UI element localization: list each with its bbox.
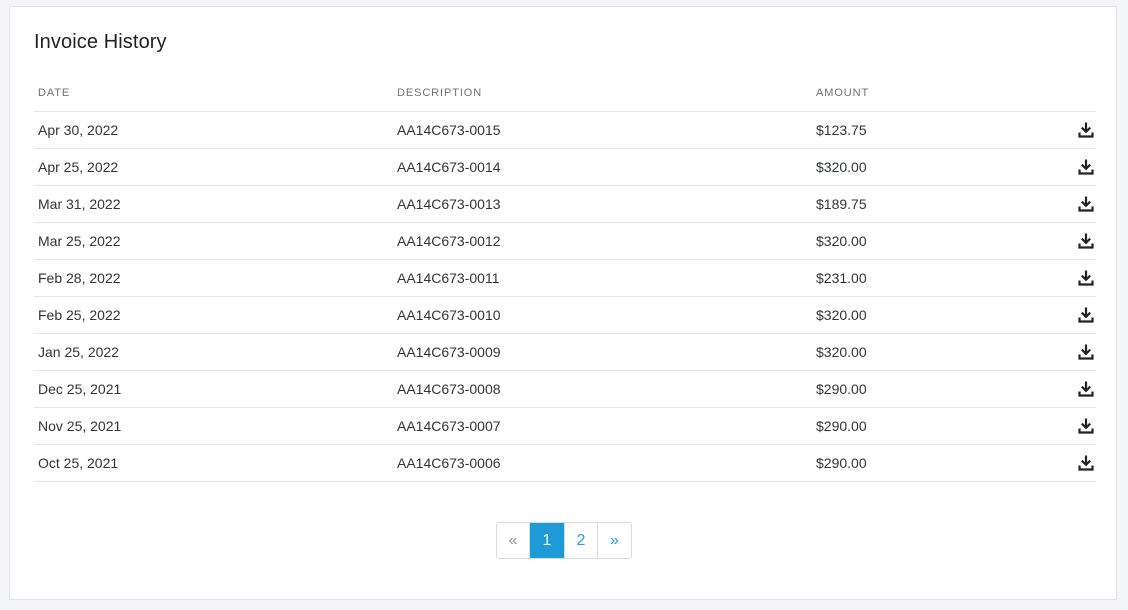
- invoice-date: Apr 25, 2022: [34, 148, 393, 186]
- invoice-description: AA14C673-0009: [393, 333, 812, 371]
- invoice-table: DATE DESCRIPTION AMOUNT Apr 30, 2022 AA1…: [34, 75, 1096, 482]
- card-title: Invoice History: [34, 31, 167, 53]
- invoice-date: Nov 25, 2021: [34, 407, 393, 445]
- invoice-amount: $231.00: [812, 259, 1012, 297]
- invoice-date: Apr 30, 2022: [34, 111, 393, 149]
- invoice-description: AA14C673-0013: [393, 185, 812, 223]
- pagination-page-1[interactable]: 1: [530, 523, 565, 558]
- invoice-amount: $290.00: [812, 444, 1012, 482]
- invoice-amount: $290.00: [812, 407, 1012, 445]
- table-row: Oct 25, 2021 AA14C673-0006 $290.00: [34, 444, 1096, 482]
- invoice-amount: $123.75: [812, 111, 1012, 149]
- table-row: Feb 25, 2022 AA14C673-0010 $320.00: [34, 296, 1096, 334]
- invoice-description: AA14C673-0007: [393, 407, 812, 445]
- column-header-date: DATE: [34, 75, 393, 112]
- invoice-amount: $290.00: [812, 370, 1012, 408]
- invoice-description: AA14C673-0006: [393, 444, 812, 482]
- invoice-description: AA14C673-0012: [393, 222, 812, 260]
- table-row: Apr 30, 2022 AA14C673-0015 $123.75: [34, 111, 1096, 149]
- invoice-amount: $189.75: [812, 185, 1012, 223]
- pagination: « 1 2 »: [496, 522, 632, 559]
- invoice-description: AA14C673-0014: [393, 148, 812, 186]
- download-cell: [1012, 370, 1096, 408]
- table-row: Mar 31, 2022 AA14C673-0013 $189.75: [34, 185, 1096, 223]
- invoice-table-body: Apr 30, 2022 AA14C673-0015 $123.75 Apr 2…: [34, 111, 1096, 482]
- download-icon[interactable]: [1076, 416, 1096, 436]
- download-icon[interactable]: [1076, 231, 1096, 251]
- invoice-description: AA14C673-0011: [393, 259, 812, 297]
- pagination-page-2[interactable]: 2: [565, 523, 598, 558]
- download-icon[interactable]: [1076, 157, 1096, 177]
- download-cell: [1012, 111, 1096, 149]
- download-cell: [1012, 185, 1096, 223]
- download-icon[interactable]: [1076, 379, 1096, 399]
- invoice-date: Mar 31, 2022: [34, 185, 393, 223]
- table-row: Dec 25, 2021 AA14C673-0008 $290.00: [34, 370, 1096, 408]
- invoice-amount: $320.00: [812, 333, 1012, 371]
- table-header-row: DATE DESCRIPTION AMOUNT: [34, 75, 1096, 112]
- download-cell: [1012, 148, 1096, 186]
- download-cell: [1012, 407, 1096, 445]
- table-row: Jan 25, 2022 AA14C673-0009 $320.00: [34, 333, 1096, 371]
- invoice-amount: $320.00: [812, 296, 1012, 334]
- column-header-actions: [1012, 75, 1096, 112]
- download-icon[interactable]: [1076, 120, 1096, 140]
- invoice-description: AA14C673-0008: [393, 370, 812, 408]
- invoice-date: Jan 25, 2022: [34, 333, 393, 371]
- download-icon[interactable]: [1076, 305, 1096, 325]
- download-icon[interactable]: [1076, 453, 1096, 473]
- table-row: Nov 25, 2021 AA14C673-0007 $290.00: [34, 407, 1096, 445]
- invoice-date: Dec 25, 2021: [34, 370, 393, 408]
- invoice-history-card: Invoice History DATE DESCRIPTION AMOUNT …: [9, 6, 1117, 600]
- invoice-description: AA14C673-0010: [393, 296, 812, 334]
- invoice-amount: $320.00: [812, 148, 1012, 186]
- invoice-date: Feb 25, 2022: [34, 296, 393, 334]
- invoice-amount: $320.00: [812, 222, 1012, 260]
- invoice-description: AA14C673-0015: [393, 111, 812, 149]
- column-header-amount: AMOUNT: [812, 75, 1012, 112]
- download-cell: [1012, 333, 1096, 371]
- download-cell: [1012, 222, 1096, 260]
- invoice-date: Oct 25, 2021: [34, 444, 393, 482]
- download-cell: [1012, 444, 1096, 482]
- pagination-next-button[interactable]: »: [598, 523, 631, 558]
- download-cell: [1012, 259, 1096, 297]
- download-icon[interactable]: [1076, 194, 1096, 214]
- invoice-date: Mar 25, 2022: [34, 222, 393, 260]
- download-icon[interactable]: [1076, 342, 1096, 362]
- pagination-prev-button[interactable]: «: [497, 523, 530, 558]
- table-row: Mar 25, 2022 AA14C673-0012 $320.00: [34, 222, 1096, 260]
- table-row: Apr 25, 2022 AA14C673-0014 $320.00: [34, 148, 1096, 186]
- table-row: Feb 28, 2022 AA14C673-0011 $231.00: [34, 259, 1096, 297]
- download-cell: [1012, 296, 1096, 334]
- invoice-date: Feb 28, 2022: [34, 259, 393, 297]
- download-icon[interactable]: [1076, 268, 1096, 288]
- column-header-description: DESCRIPTION: [393, 75, 812, 112]
